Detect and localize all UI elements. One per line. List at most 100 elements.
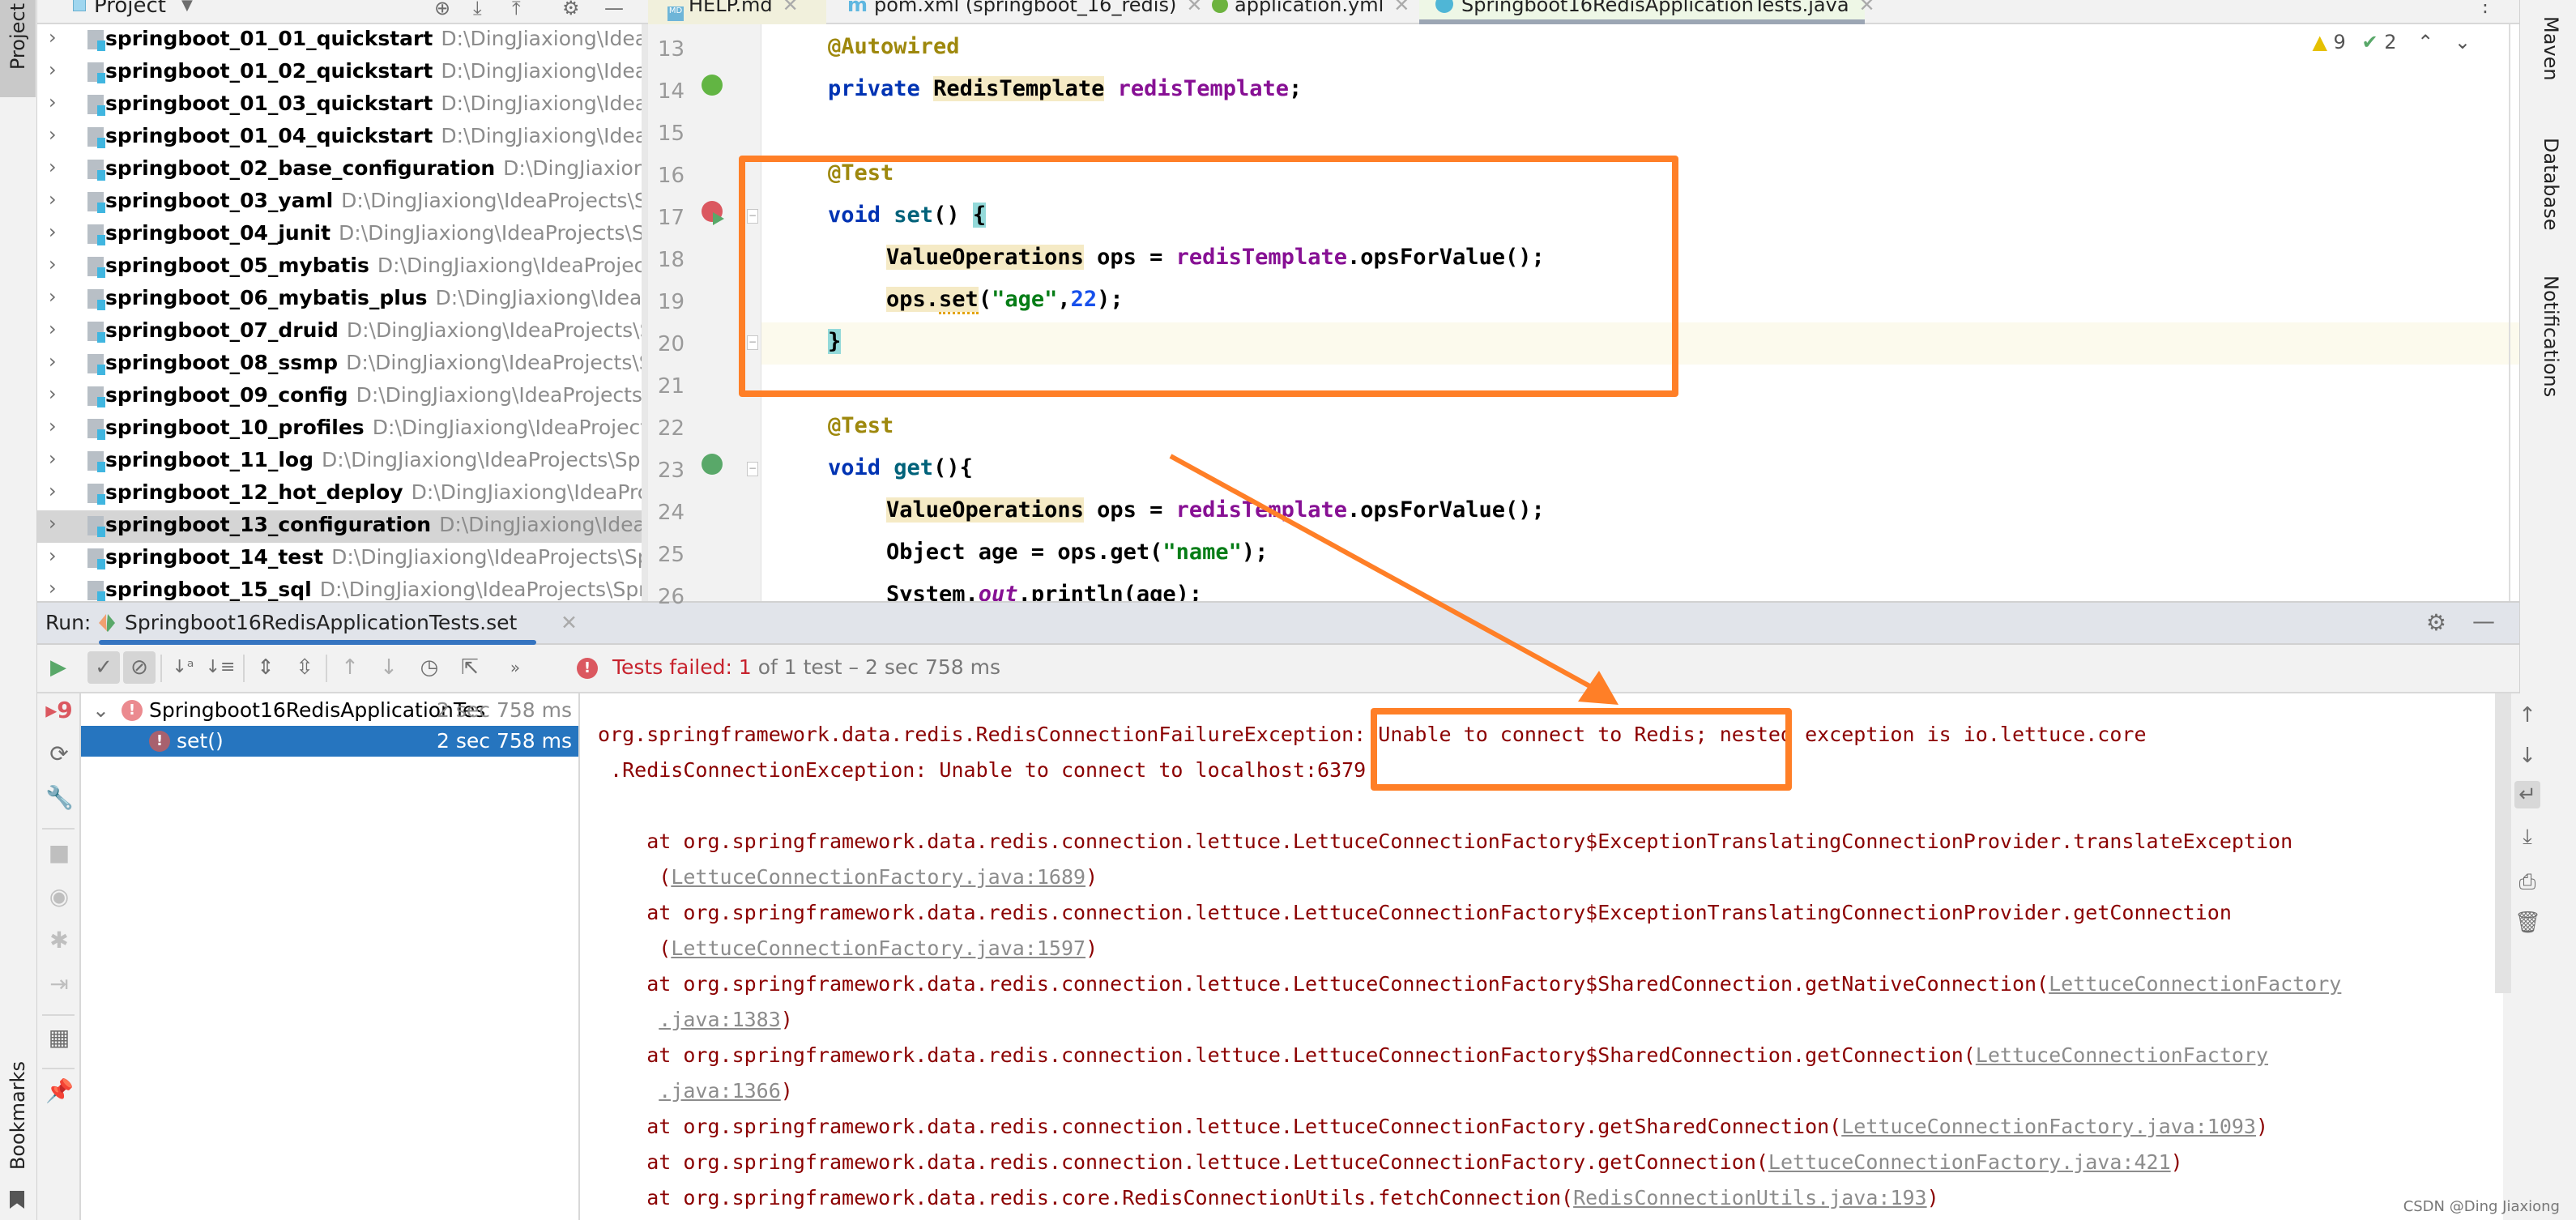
chevron-right-icon[interactable]: › <box>49 285 57 308</box>
collapse-all-icon[interactable]: ⤒ <box>512 0 521 19</box>
project-view-selector[interactable]: Project <box>94 0 166 18</box>
run-test-icon[interactable] <box>702 454 723 475</box>
chevron-right-icon[interactable]: › <box>49 156 57 178</box>
line-number[interactable]: 19 <box>658 290 690 314</box>
line-number[interactable]: 20 <box>658 332 690 356</box>
project-tree-item[interactable]: › springboot_06_mybatis_plus D:\DingJiaxio… <box>37 284 648 316</box>
source-link[interactable]: RedisConnectionUtils.java:193 <box>1573 1186 1927 1209</box>
project-tree-item[interactable]: › springboot_01_04_quickstart D:\DingJiaxi… <box>37 122 648 154</box>
project-tree-item[interactable]: › springboot_09_config D:\DingJiaxiong\Ide… <box>37 381 648 413</box>
editor-scrollbar[interactable] <box>2509 24 2510 601</box>
dump-threads-button[interactable]: ◉ <box>45 883 73 911</box>
show-passed-toggle[interactable]: ✓ <box>87 651 120 684</box>
chevron-right-icon[interactable]: › <box>49 382 57 405</box>
test-history-button[interactable]: ◷ <box>413 651 446 684</box>
inspection-widget[interactable]: ▲ 9 ✔ 2 ⌃ ⌄ <box>2312 31 2471 53</box>
collapse-all-button[interactable]: ⇳ <box>288 651 321 684</box>
chevron-right-icon[interactable]: › <box>49 415 57 437</box>
project-tree-item[interactable]: › springboot_01_03_quickstart D:\DingJiaxi… <box>37 89 648 122</box>
scroll-down-button[interactable]: ↓ <box>2514 742 2540 770</box>
project-tree-item[interactable]: › springboot_08_ssmp D:\DingJiaxiong\IdeaP… <box>37 348 648 381</box>
rerun-failed-tests-button[interactable]: ▸9 <box>45 697 73 724</box>
tab-application-yml[interactable]: application.yml ✕ <box>1199 0 1410 24</box>
line-number[interactable]: 17 <box>658 206 690 230</box>
project-tree-item[interactable]: › springboot_02_base_configuration D:\Ding… <box>37 154 648 186</box>
autowired-navigate-icon[interactable] <box>702 75 723 96</box>
more-actions-button[interactable]: » <box>499 651 531 684</box>
fold-marker-icon[interactable]: − <box>747 462 758 476</box>
source-link[interactable]: LettuceConnectionFactory.java:421 <box>1768 1150 2171 1174</box>
source-link[interactable]: LettuceConnectionFactory <box>2049 972 2341 996</box>
close-tab-icon[interactable]: ✕ <box>1393 0 1410 16</box>
line-number[interactable]: 13 <box>658 37 690 62</box>
database-tool-tab[interactable]: Database <box>2540 138 2562 231</box>
expand-all-button[interactable]: ⇕ <box>249 651 282 684</box>
project-tool-window-tab[interactable]: Project <box>0 0 36 97</box>
restore-layout-button[interactable]: ⇥ <box>45 970 73 998</box>
hide-run-panel-icon[interactable]: — <box>2472 608 2495 634</box>
project-tree-item[interactable]: › springboot_05_mybatis D:\DingJiaxiong\Id… <box>37 251 648 284</box>
source-link[interactable]: .java:1366 <box>659 1079 781 1103</box>
notifications-tool-tab[interactable]: Notifications <box>2540 275 2562 397</box>
tree-row-test-class[interactable]: ⌄ ! Springboot16RedisApplicationTes 2 se… <box>81 695 578 726</box>
next-highlight-icon[interactable]: ⌄ <box>2454 31 2471 53</box>
project-tree-item[interactable]: › springboot_01_01_quickstart D:\DingJiaxi… <box>37 24 648 57</box>
dropdown-arrow-icon[interactable]: ▼ <box>181 0 193 14</box>
project-tree-item[interactable]: › springboot_07_druid D:\DingJiaxiong\Idea… <box>37 316 648 348</box>
chevron-right-icon[interactable]: › <box>49 58 57 81</box>
chevron-right-icon[interactable]: › <box>49 318 57 340</box>
toggle-auto-test-button[interactable]: ⟳ <box>45 740 73 768</box>
chevron-right-icon[interactable]: › <box>49 123 57 146</box>
settings-gear-icon[interactable]: ⚙ <box>562 0 580 19</box>
line-number[interactable]: 14 <box>658 79 690 104</box>
project-tree-item[interactable]: › springboot_01_02_quickstart D:\DingJiaxi… <box>37 57 648 89</box>
run-settings-gear-icon[interactable]: ⚙ <box>2426 609 2446 636</box>
console-scrollbar[interactable] <box>2495 693 2511 993</box>
source-link[interactable]: LettuceConnectionFactory.java:1093 <box>1841 1115 2256 1138</box>
tab-help-md[interactable]: MD HELP.md ✕ <box>648 0 826 24</box>
project-scrollbar[interactable] <box>642 24 648 601</box>
source-link[interactable]: LettuceConnectionFactory.java:1597 <box>671 936 1085 960</box>
rerun-button[interactable]: ▶ <box>42 651 75 684</box>
line-number[interactable]: 22 <box>658 416 690 441</box>
line-number[interactable]: 24 <box>658 501 690 525</box>
source-link[interactable]: LettuceConnectionFactory.java:1689 <box>671 865 1085 889</box>
tab-pom-xml[interactable]: m pom.xml (springboot_16_redis) ✕ <box>834 0 1202 24</box>
more-tabs-icon[interactable]: ⋮ <box>2476 0 2495 16</box>
project-tree-item[interactable]: › springboot_04_junit D:\DingJiaxiong\Idea… <box>37 219 648 251</box>
tab-springboot16-tests-java[interactable]: Springboot16RedisApplicationTests.java ✕ <box>1419 0 1875 24</box>
line-number[interactable]: 21 <box>658 374 690 399</box>
chevron-right-icon[interactable]: › <box>49 91 57 113</box>
line-number[interactable]: 25 <box>658 543 690 567</box>
scroll-to-end-toggle[interactable]: ⤓ <box>2514 823 2540 851</box>
line-number[interactable]: 15 <box>658 122 690 146</box>
sort-alphabetically-button[interactable]: ↓ᵃ <box>167 651 199 684</box>
previous-failed-test-button[interactable]: ↑ <box>334 651 366 684</box>
chevron-right-icon[interactable]: › <box>49 447 57 470</box>
chevron-right-icon[interactable]: › <box>49 577 57 599</box>
bookmarks-tool-window-tab[interactable]: Bookmarks <box>0 1053 36 1220</box>
print-button[interactable]: ⎙ <box>2514 868 2540 896</box>
tree-row-test-method[interactable]: ! set() 2 sec 758 ms <box>81 726 578 757</box>
close-run-tab-icon[interactable]: ✕ <box>561 611 578 634</box>
show-ignored-toggle[interactable]: ⊘ <box>123 651 156 684</box>
soft-wrap-toggle[interactable]: ↵ <box>2514 781 2540 808</box>
project-tree-item[interactable]: › springboot_14_test D:\DingJiaxiong\IdeaP… <box>37 543 648 575</box>
clear-all-button[interactable]: 🗑 <box>2514 909 2541 936</box>
scroll-up-button[interactable]: ↑ <box>2514 702 2540 729</box>
line-number[interactable]: 16 <box>658 164 690 188</box>
chevron-right-icon[interactable]: › <box>49 253 57 275</box>
chevron-down-icon[interactable]: ⌄ <box>92 698 109 722</box>
chevron-right-icon[interactable]: › <box>49 26 57 49</box>
source-link[interactable]: .java:1383 <box>659 1008 781 1031</box>
debug-button[interactable]: ✱ <box>45 927 73 954</box>
project-tree-item[interactable]: › springboot_03_yaml D:\DingJiaxiong\IdeaP… <box>37 186 648 219</box>
pin-tab-button[interactable]: 📌 <box>45 1077 74 1105</box>
maven-tool-tab[interactable]: Maven <box>2540 16 2562 81</box>
line-number[interactable]: 18 <box>658 248 690 272</box>
line-number[interactable]: 26 <box>658 585 690 609</box>
close-tab-icon[interactable]: ✕ <box>783 0 799 16</box>
import-tests-button[interactable]: ⇱ <box>454 651 486 684</box>
chevron-right-icon[interactable]: › <box>49 188 57 211</box>
previous-highlight-icon[interactable]: ⌃ <box>2417 31 2433 53</box>
